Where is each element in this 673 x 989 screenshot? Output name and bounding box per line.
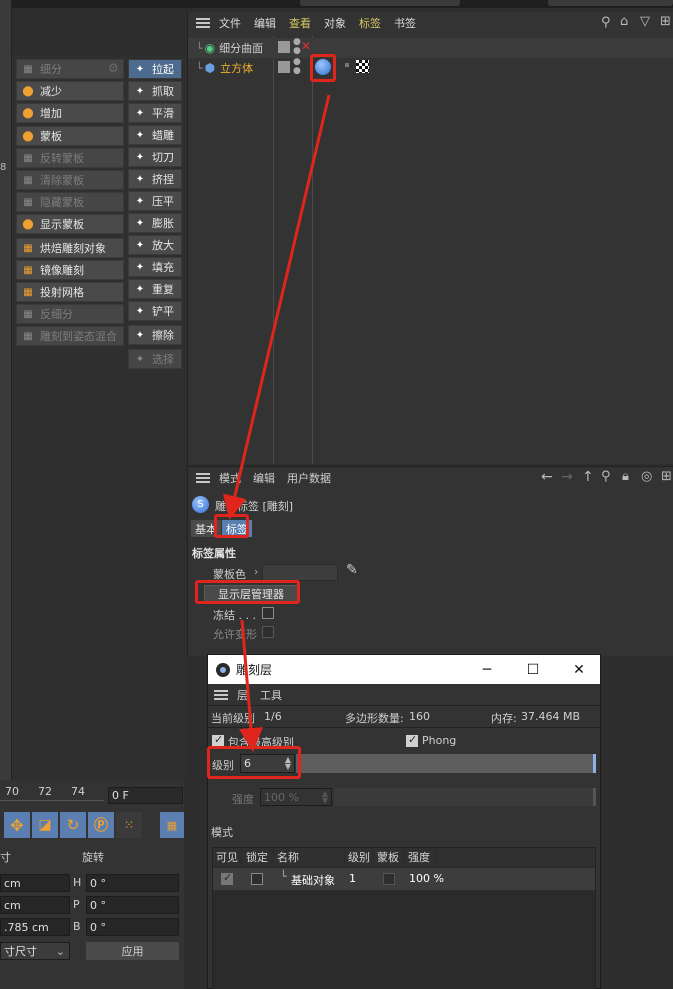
brush-icon: ✦ (135, 63, 145, 75)
brush-label: 擦除 (152, 329, 174, 342)
sculpt-brush-button[interactable]: ✦ 填充 (128, 257, 182, 277)
brush-icon: ✦ (135, 107, 145, 119)
sculpt-tool-icon: ▦ (23, 264, 33, 276)
brush-icon: ✦ (135, 283, 145, 295)
sculpt-left-button[interactable]: ▦ 清除蒙板 (16, 170, 124, 190)
sculpt-tool-icon: ▦ (23, 286, 33, 298)
sculpt-tool-label: 投射网格 (40, 286, 84, 299)
sculpt-left-button[interactable]: ▦ 烘焙雕刻对象 (16, 238, 124, 258)
sculpt-tool-icon: ▦ (23, 152, 33, 164)
sculpt-tool-icon: ▦ (23, 242, 33, 254)
sculpt-brush-button[interactable]: ✦ 切刀 (128, 147, 182, 167)
brush-label: 平滑 (152, 107, 174, 120)
brush-icon: ✦ (135, 173, 145, 185)
sculpt-brush-button[interactable]: ✦ 挤捏 (128, 169, 182, 189)
sculpt-tool-label: 细分 (40, 63, 62, 76)
sculpt-tool-label: 减少 (40, 85, 62, 98)
brush-label: 重复 (152, 283, 174, 296)
arrow-to-tag-tab (223, 94, 331, 520)
brush-label: 膨胀 (152, 217, 174, 230)
brush-label: 挤捏 (152, 173, 174, 186)
sculpt-left-button[interactable]: ▦ 雕刻到姿态混合 (16, 326, 124, 346)
brush-icon: ✦ (135, 261, 145, 273)
sculpt-left-button[interactable]: ⬤ 蒙板 (16, 126, 124, 146)
sculpt-tool-icon: ⬤ (22, 218, 34, 230)
sculpt-brush-button[interactable]: ✦ 放大 (128, 235, 182, 255)
brush-icon: ✦ (135, 329, 145, 341)
brush-icon: ✦ (135, 353, 145, 365)
sculpt-left-button[interactable]: ▦ 镜像雕刻 (16, 260, 124, 280)
sculpt-tool-icon: ▦ (23, 174, 33, 186)
sculpt-tool-label: 雕刻到姿态混合 (40, 330, 117, 343)
sculpt-brush-button[interactable]: ✦ 抓取 (128, 81, 182, 101)
sculpt-tool-icon: ▦ (23, 330, 33, 342)
arrow-to-level (239, 619, 263, 752)
sculpt-tool-label: 镜像雕刻 (40, 264, 84, 277)
sculpt-brush-button[interactable]: ✦ 选择 (128, 349, 182, 369)
sculpt-left-button[interactable]: ⬤ 显示蒙板 (16, 214, 124, 234)
sculpt-left-button[interactable]: ▦ 投射网格 (16, 282, 124, 302)
sculpt-left-button[interactable]: ▦ 反细分 (16, 304, 124, 324)
sculpt-brush-button[interactable]: ✦ 蜡雕 (128, 125, 182, 145)
sculpt-left-button[interactable]: ▦ 隐藏蒙板 (16, 192, 124, 212)
brush-label: 铲平 (152, 305, 174, 318)
sculpt-brush-button[interactable]: ✦ 擦除 (128, 325, 182, 345)
brush-icon: ✦ (135, 217, 145, 229)
sculpt-left-button[interactable]: ⬤ 减少 (16, 81, 124, 101)
sculpt-brush-button[interactable]: ✦ 拉起 (128, 59, 182, 79)
sculpt-tool-icon: ▦ (23, 196, 33, 208)
sculpt-tool-label: 烘焙雕刻对象 (40, 242, 106, 255)
sculpt-tool-label: 蒙板 (40, 130, 62, 143)
brush-icon: ✦ (135, 151, 145, 163)
brush-icon: ✦ (135, 85, 145, 97)
sculpt-tool-label: 显示蒙板 (40, 218, 84, 231)
brush-icon: ✦ (135, 239, 145, 251)
sculpt-brush-button[interactable]: ✦ 平滑 (128, 103, 182, 123)
sculpt-tool-icon: ▦ (23, 63, 33, 75)
brush-icon: ✦ (135, 195, 145, 207)
sculpt-tool-icon: ▦ (23, 308, 33, 320)
brush-label: 切刀 (152, 151, 174, 164)
sculpt-tool-icon: ⬤ (22, 130, 34, 142)
sculpt-brush-button[interactable]: ✦ 膨胀 (128, 213, 182, 233)
sculpt-tool-label: 隐藏蒙板 (40, 196, 84, 209)
brush-label: 选择 (152, 353, 174, 366)
sculpt-brush-button[interactable]: ✦ 铲平 (128, 301, 182, 321)
sculpt-brush-button[interactable]: ✦ 重复 (128, 279, 182, 299)
brush-label: 抓取 (152, 85, 174, 98)
gear-icon[interactable]: ⚙ (108, 61, 119, 75)
brush-label: 拉起 (152, 63, 174, 76)
brush-label: 填充 (152, 261, 174, 274)
brush-icon: ✦ (135, 305, 145, 317)
sculpt-left-button[interactable]: ▦ 反转蒙板 (16, 148, 124, 168)
sculpt-tool-icon: ⬤ (22, 107, 34, 119)
sculpt-tool-label: 增加 (40, 107, 62, 120)
sculpt-tool-label: 反细分 (40, 308, 73, 321)
sculpt-tool-icon: ⬤ (22, 85, 34, 97)
sculpt-brush-button[interactable]: ✦ 压平 (128, 191, 182, 211)
sculpt-left-button[interactable]: ⬤ 增加 (16, 103, 124, 123)
brush-icon: ✦ (135, 129, 145, 141)
brush-label: 放大 (152, 239, 174, 252)
brush-label: 压平 (152, 195, 174, 208)
brush-label: 蜡雕 (152, 129, 174, 142)
sculpt-tool-label: 反转蒙板 (40, 152, 84, 165)
sculpt-tool-label: 清除蒙板 (40, 174, 84, 187)
